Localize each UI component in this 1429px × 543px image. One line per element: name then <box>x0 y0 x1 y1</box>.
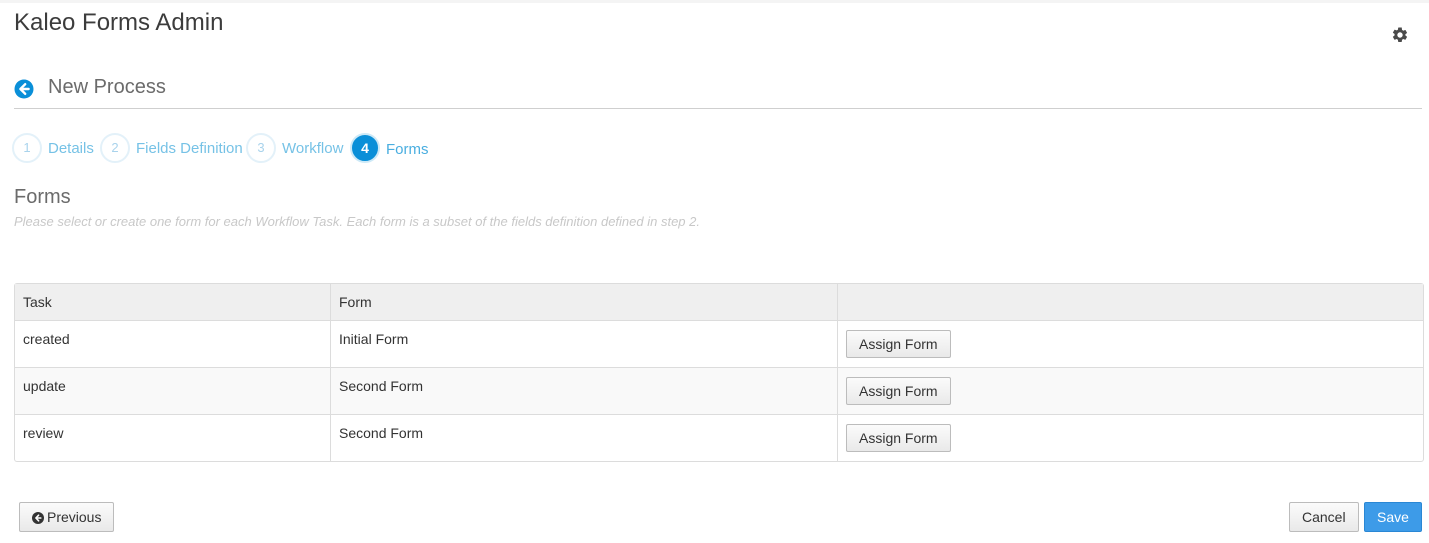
column-header-task: Task <box>15 284 331 321</box>
form-cell: Second Form <box>331 368 838 415</box>
form-name: Second Form <box>339 425 424 441</box>
action-cell: Assign Form <box>838 415 1423 461</box>
task-cell: created <box>15 321 331 368</box>
step-number: 3 <box>246 133 276 163</box>
page-title: New Process <box>48 76 166 98</box>
task-name: update <box>23 378 66 394</box>
assign-form-button[interactable]: Assign Form <box>846 377 951 405</box>
step-label: Details <box>48 140 94 157</box>
step-number: 2 <box>100 133 130 163</box>
previous-label: Previous <box>47 509 102 525</box>
action-cell: Assign Form <box>838 321 1423 368</box>
column-header-actions <box>838 284 1423 321</box>
app-title: Kaleo Forms Admin <box>14 9 224 36</box>
column-header-form: Form <box>331 284 838 321</box>
header-divider <box>14 108 1422 109</box>
task-name: created <box>23 331 70 347</box>
form-name: Second Form <box>339 378 424 394</box>
back-arrow-icon[interactable] <box>14 79 34 99</box>
step-label: Forms <box>386 141 429 158</box>
step-number: 4 <box>350 133 380 163</box>
form-cell: Initial Form <box>331 321 838 368</box>
assign-form-button[interactable]: Assign Form <box>846 330 951 358</box>
form-cell: Second Form <box>331 415 838 461</box>
task-cell: review <box>15 415 331 461</box>
table-header-row: Task Form <box>15 284 1423 321</box>
gear-icon[interactable] <box>1391 26 1409 44</box>
previous-button[interactable]: Previous <box>19 502 115 532</box>
form-name: Initial Form <box>339 331 409 347</box>
table-row: created Initial Form Assign Form <box>15 321 1423 368</box>
task-cell: update <box>15 368 331 415</box>
task-name: review <box>23 425 64 441</box>
table-row: update Second Form Assign Form <box>15 368 1423 415</box>
step-label: Fields Definition <box>136 140 243 157</box>
top-edge <box>0 0 1429 3</box>
step-number: 1 <box>12 133 42 163</box>
action-cell: Assign Form <box>838 368 1423 415</box>
section-help-text: Please select or create one form for eac… <box>14 214 700 229</box>
step-label: Workflow <box>282 140 344 157</box>
save-button[interactable]: Save <box>1364 502 1422 532</box>
cancel-button[interactable]: Cancel <box>1289 502 1359 532</box>
table-row: review Second Form Assign Form <box>15 415 1423 461</box>
assign-form-button[interactable]: Assign Form <box>846 424 951 452</box>
circle-arrow-left-icon <box>32 512 44 524</box>
section-title: Forms <box>14 186 71 208</box>
task-form-table: Task Form created Initial Form Assign Fo… <box>14 283 1424 462</box>
